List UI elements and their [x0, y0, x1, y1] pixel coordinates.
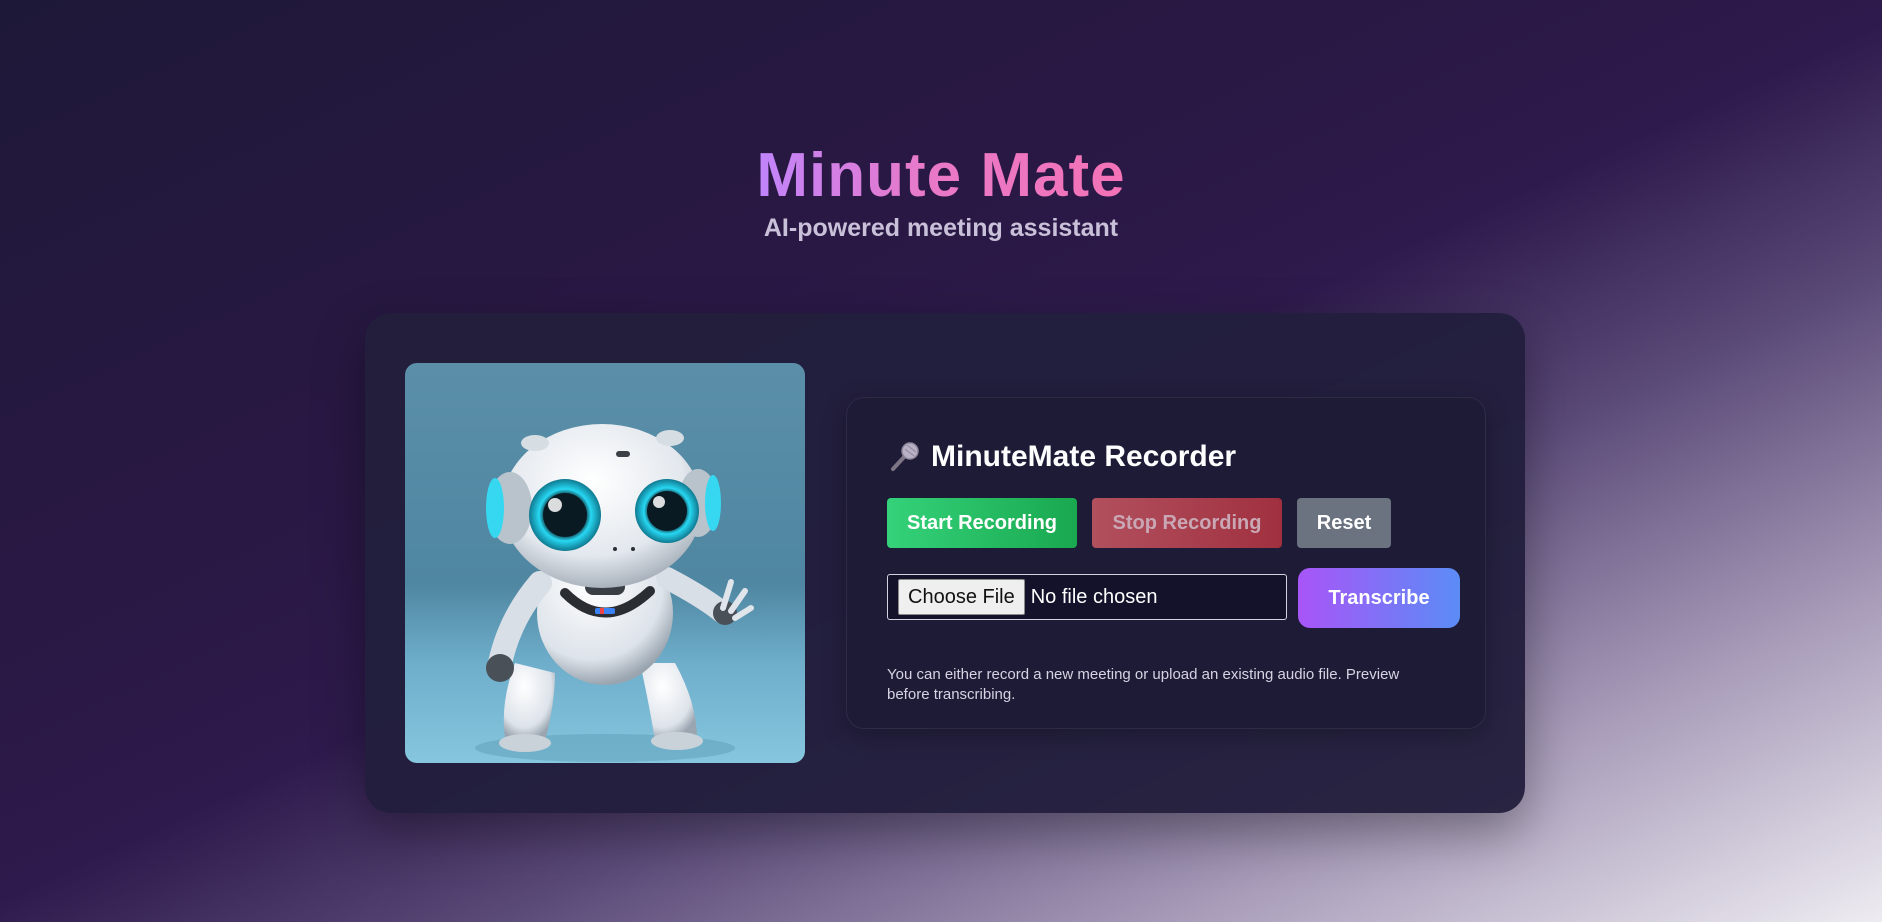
audio-file-input[interactable]: Choose File No file chosen [887, 574, 1287, 620]
start-recording-button[interactable]: Start Recording [887, 498, 1077, 548]
hero-header: Minute Mate AI-powered meeting assistant [0, 140, 1882, 243]
main-card: MinuteMate Recorder Start Recording Stop… [365, 313, 1525, 813]
reset-button[interactable]: Reset [1297, 498, 1391, 548]
app-title: Minute Mate [756, 141, 1126, 210]
stop-recording-button[interactable]: Stop Recording [1092, 498, 1282, 548]
robot-illustration [475, 424, 754, 762]
recorder-header: MinuteMate Recorder [887, 440, 1236, 474]
file-status-text: No file chosen [1030, 585, 1158, 608]
microphone-icon [891, 442, 919, 471]
app-subtitle: AI-powered meeting assistant [763, 214, 1119, 242]
robot-image [405, 363, 805, 763]
recorder-panel: MinuteMate Recorder Start Recording Stop… [846, 397, 1486, 729]
recorder-title: MinuteMate Recorder [931, 440, 1237, 473]
choose-file-button[interactable]: Choose File [898, 579, 1025, 615]
helper-text: You can either record a new meeting or u… [887, 666, 1400, 703]
transcribe-button[interactable]: Transcribe [1298, 568, 1460, 628]
